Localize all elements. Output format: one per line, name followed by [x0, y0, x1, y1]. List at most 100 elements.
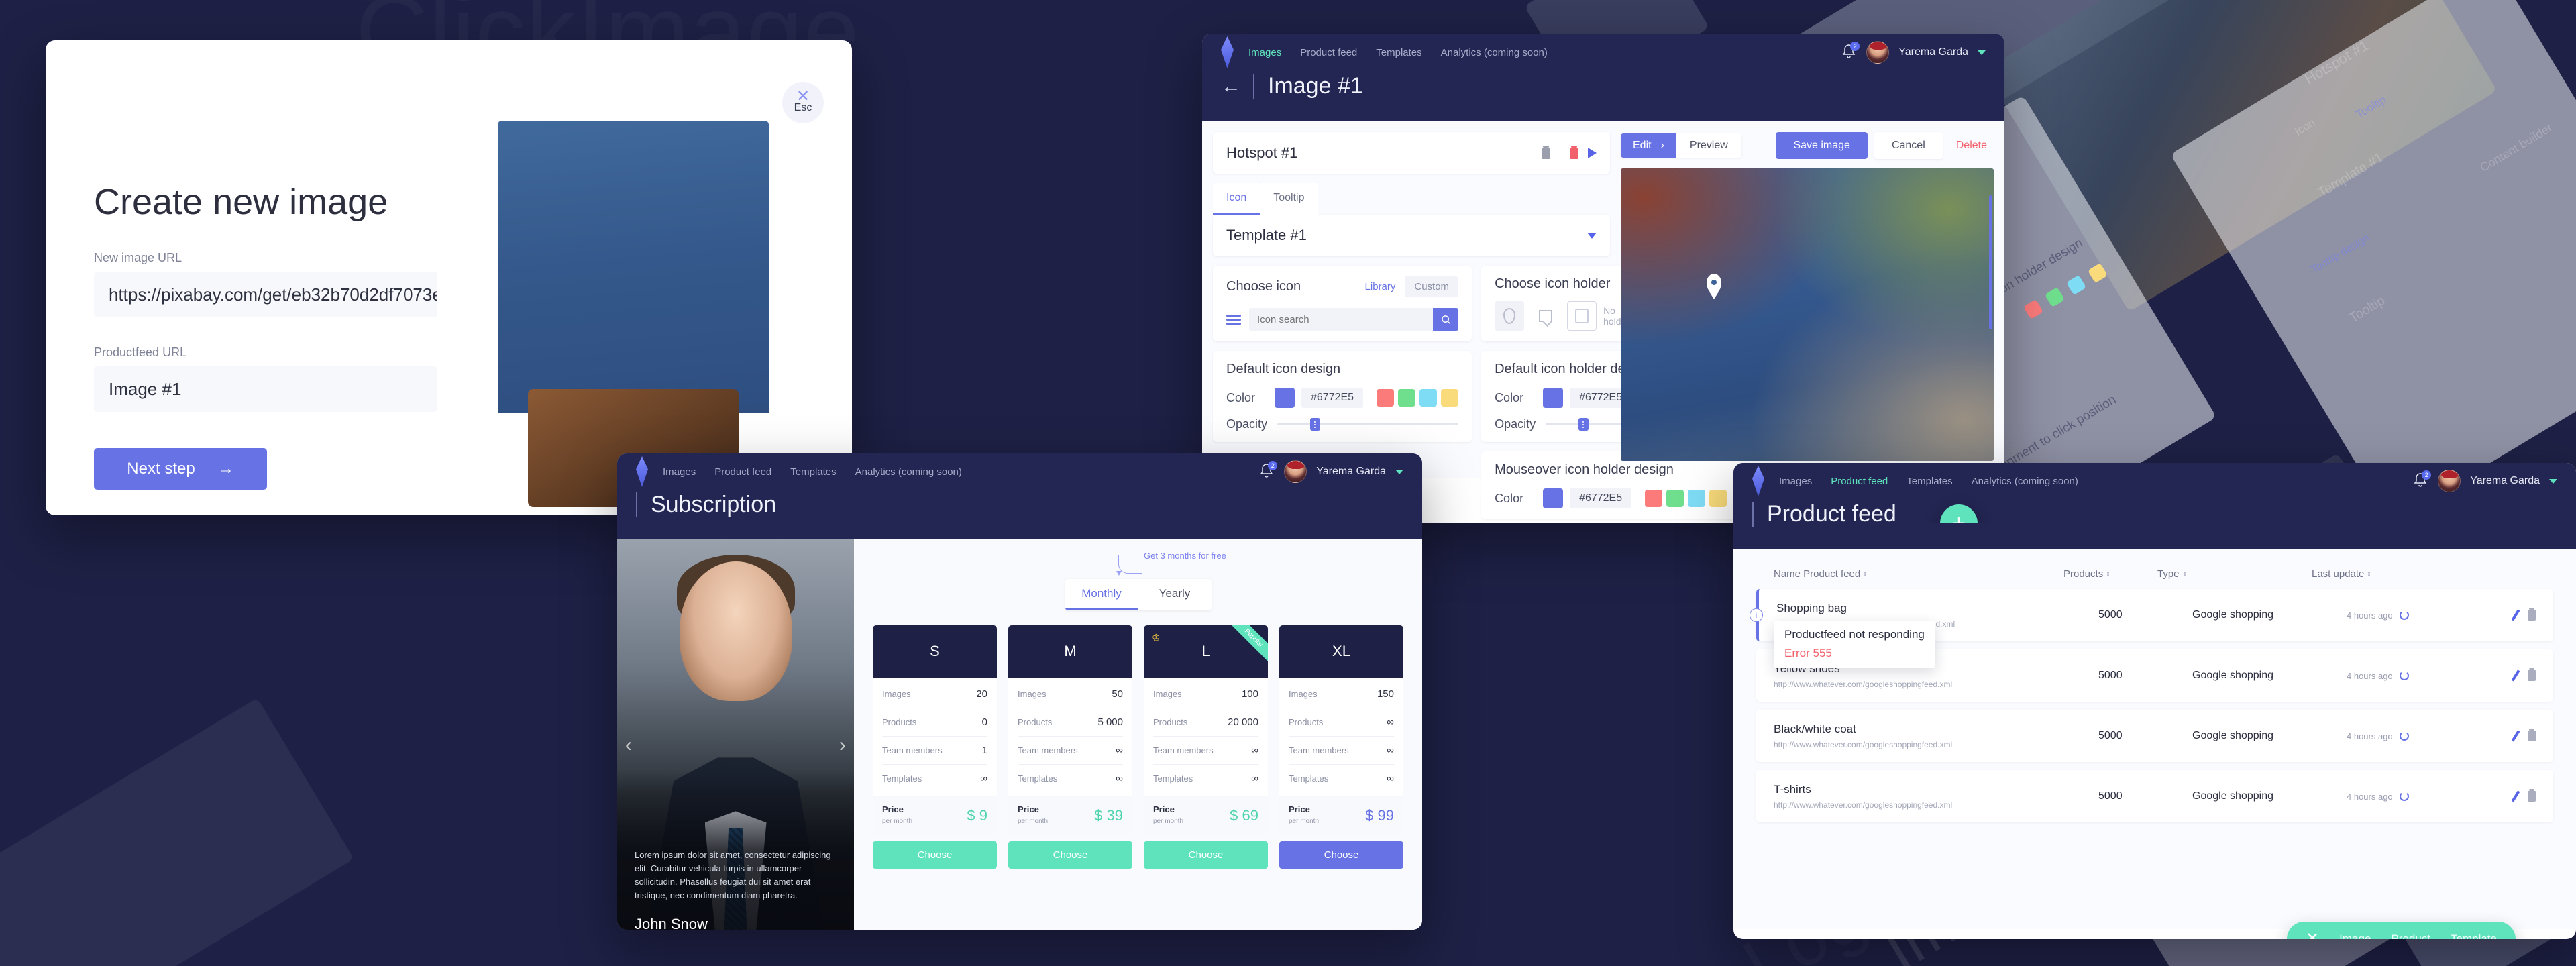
close-esc-button[interactable]: ✕ Esc: [782, 82, 824, 123]
refresh-icon[interactable]: [2399, 671, 2409, 681]
holder-pin-option[interactable]: [1495, 301, 1525, 331]
palette-blue[interactable]: [1419, 389, 1438, 407]
table-row[interactable]: i Shopping bag http://www.whatever.com/g…: [1750, 589, 2553, 669]
delete-icon[interactable]: [2528, 789, 2536, 802]
nav-item-images[interactable]: Images: [1779, 476, 1812, 487]
table-row[interactable]: T-shirts http://www.whatever.com/googles…: [1756, 770, 2553, 823]
opacity-slider[interactable]: [1277, 418, 1459, 431]
add-product-item[interactable]: Product: [2391, 932, 2430, 939]
carousel-next-icon[interactable]: ›: [839, 734, 846, 757]
delete-icon[interactable]: [1570, 145, 1578, 159]
new-image-url-input[interactable]: https://pixabay.com/get/eb32b70d2df7073e…: [94, 272, 437, 317]
palette-green[interactable]: [1666, 490, 1684, 508]
edit-mode-button[interactable]: Edit ›: [1621, 133, 1676, 158]
current-color-swatch[interactable]: [1543, 388, 1564, 409]
nav-item-analytics[interactable]: Analytics (coming soon): [1972, 476, 2078, 487]
palette-green[interactable]: [1398, 389, 1416, 407]
add-template-item[interactable]: Template: [2451, 932, 2497, 939]
color-hex-value[interactable]: #6772E5: [1570, 488, 1632, 509]
copy-icon[interactable]: [1542, 145, 1550, 159]
chevron-down-icon[interactable]: [2549, 478, 2557, 484]
col-products[interactable]: Products: [2063, 568, 2157, 580]
list-view-icon[interactable]: [1226, 314, 1241, 325]
cancel-button[interactable]: Cancel: [1874, 132, 1943, 160]
palette-yellow[interactable]: [1709, 490, 1727, 508]
nav-item-analytics[interactable]: Analytics (coming soon): [1441, 47, 1548, 58]
choose-button[interactable]: Choose: [873, 841, 997, 869]
toggle-monthly[interactable]: Monthly: [1065, 579, 1138, 611]
avatar[interactable]: [2438, 470, 2461, 492]
plan-features: Images 50 Products 5 000 Team members ∞ Tem…: [1008, 678, 1132, 797]
save-image-button[interactable]: Save image: [1776, 132, 1868, 160]
template-select[interactable]: Template #1: [1213, 215, 1610, 257]
avatar[interactable]: [1866, 41, 1890, 64]
canvas-image[interactable]: [1621, 168, 1994, 462]
play-icon[interactable]: [1588, 148, 1597, 159]
chevron-down-icon[interactable]: [1978, 50, 1986, 55]
delete-icon[interactable]: [2528, 729, 2536, 742]
search-icon[interactable]: [1433, 308, 1459, 331]
hotspot-name: Hotspot #1: [1226, 144, 1298, 162]
close-icon[interactable]: ✕: [2306, 931, 2319, 940]
notifications-bell-icon[interactable]: 2: [2412, 470, 2432, 490]
delete-button[interactable]: Delete: [1949, 132, 1994, 159]
chevron-down-icon[interactable]: [1395, 469, 1403, 474]
palette-red[interactable]: [1645, 490, 1663, 508]
icon-search-box[interactable]: [1249, 308, 1459, 331]
next-step-button[interactable]: Next step →: [94, 448, 267, 490]
preview-mode-button[interactable]: Preview: [1676, 133, 1741, 158]
tab-tooltip[interactable]: Tooltip: [1260, 183, 1318, 215]
nav-item-templates[interactable]: Templates: [1907, 476, 1952, 487]
delete-icon[interactable]: [2528, 608, 2536, 621]
hotspot-row[interactable]: Hotspot #1: [1213, 132, 1610, 174]
nav-item-templates[interactable]: Templates: [790, 466, 836, 478]
col-last-update[interactable]: Last update: [2312, 568, 2479, 580]
feature-label: Images: [1153, 689, 1182, 700]
col-name[interactable]: Name Product feed: [1774, 568, 2063, 580]
holder-square-option[interactable]: [1567, 301, 1597, 331]
choose-button[interactable]: Choose: [1008, 841, 1132, 869]
nav-item-templates[interactable]: Templates: [1376, 47, 1421, 58]
palette-red[interactable]: [1377, 389, 1395, 407]
notifications-bell-icon[interactable]: 2: [1841, 42, 1860, 61]
back-arrow-icon[interactable]: ←: [1221, 76, 1241, 97]
table-row[interactable]: Black/white coat http://www.whatever.com…: [1756, 710, 2553, 763]
color-hex-value[interactable]: #6772E5: [1301, 388, 1364, 409]
carousel-prev-icon[interactable]: ‹: [625, 734, 632, 757]
add-image-item[interactable]: Image: [2339, 932, 2371, 939]
nav-item-product-feed[interactable]: Product feed: [1300, 47, 1357, 58]
nav-item-images[interactable]: Images: [1248, 47, 1281, 58]
refresh-icon[interactable]: [2399, 610, 2409, 621]
choose-button[interactable]: Choose: [1279, 841, 1403, 869]
nav-item-product-feed[interactable]: Product feed: [1831, 476, 1888, 487]
refresh-icon[interactable]: [2399, 792, 2409, 802]
segment-custom[interactable]: Custom: [1405, 276, 1458, 297]
refresh-icon[interactable]: [2399, 731, 2409, 741]
icon-search-input[interactable]: [1249, 308, 1434, 331]
plan-card-l: ♔ L Popular Images 100 Products 20 000 Tea…: [1144, 625, 1268, 869]
color-label: Color: [1495, 491, 1524, 505]
delete-icon[interactable]: [2528, 668, 2536, 682]
palette-blue[interactable]: [1688, 490, 1706, 508]
nav-item-analytics[interactable]: Analytics (coming soon): [855, 466, 962, 478]
nav-item-product-feed[interactable]: Product feed: [714, 466, 771, 478]
slider-handle[interactable]: [1309, 418, 1320, 431]
scrollbar[interactable]: [1989, 195, 1992, 330]
palette-yellow[interactable]: [1441, 389, 1459, 407]
info-icon[interactable]: i: [1750, 608, 1763, 623]
choose-button[interactable]: Choose: [1144, 841, 1268, 869]
current-color-swatch[interactable]: [1275, 388, 1295, 409]
toggle-yearly[interactable]: Yearly: [1138, 579, 1212, 610]
productfeed-url-input[interactable]: Image #1: [94, 366, 437, 412]
avatar[interactable]: [1284, 460, 1307, 483]
sort-icon: [1864, 572, 1867, 577]
tab-icon[interactable]: Icon: [1213, 183, 1260, 215]
notifications-bell-icon[interactable]: 2: [1258, 461, 1278, 480]
holder-tooltip-option[interactable]: [1531, 301, 1560, 331]
segment-library[interactable]: Library: [1355, 276, 1405, 298]
hotspot-pin-marker[interactable]: [1706, 274, 1721, 294]
nav-item-images[interactable]: Images: [663, 466, 696, 478]
slider-handle[interactable]: [1578, 418, 1589, 431]
col-type[interactable]: Type: [2157, 568, 2312, 580]
current-color-swatch[interactable]: [1543, 488, 1564, 509]
